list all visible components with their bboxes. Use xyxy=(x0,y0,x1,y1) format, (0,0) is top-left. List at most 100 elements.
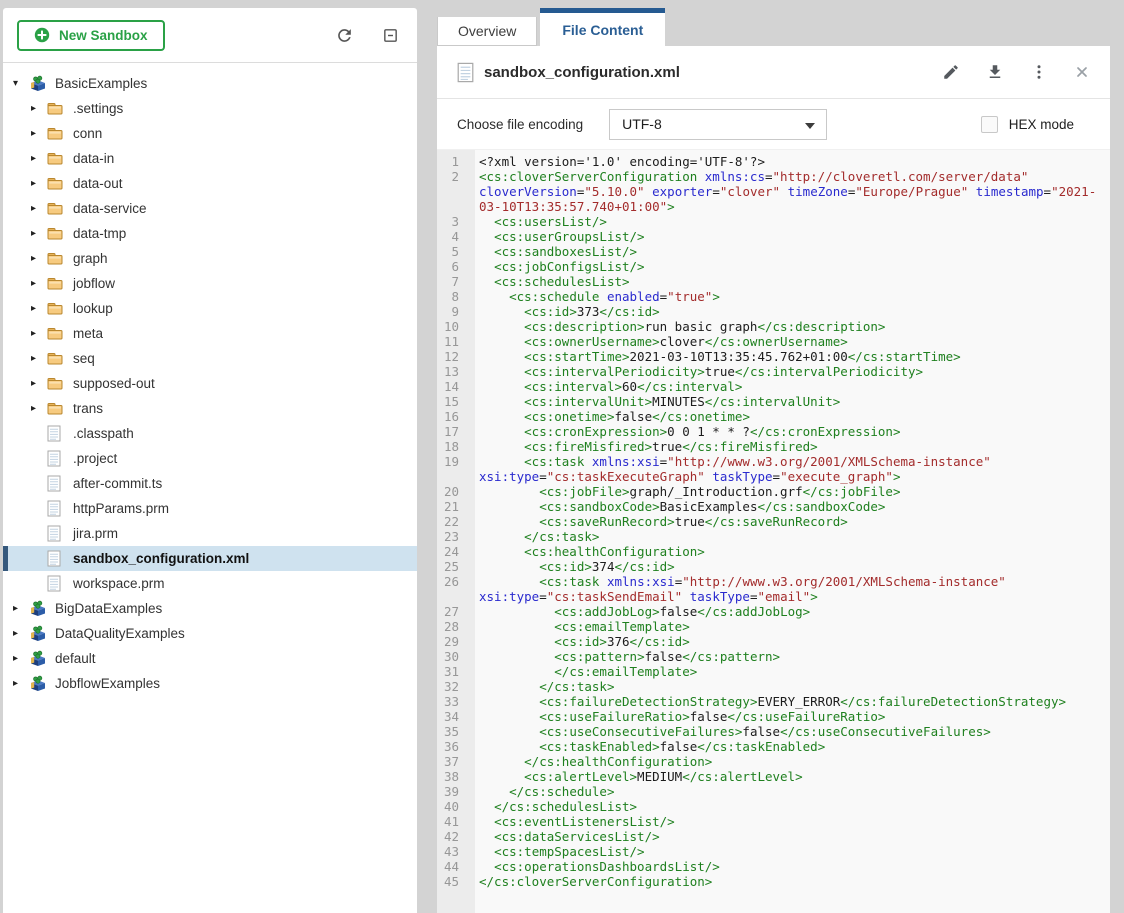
expand-arrow-icon[interactable]: ▸ xyxy=(31,103,47,114)
line-number: 45 xyxy=(437,874,467,889)
tree-item-data-out[interactable]: ▸data-out xyxy=(3,171,417,196)
new-sandbox-label: New Sandbox xyxy=(59,28,148,43)
code-viewer[interactable]: 1<?xml version='1.0' encoding='UTF-8'?>2… xyxy=(437,150,1110,913)
tree-item-sandbox_configuration.xml[interactable]: sandbox_configuration.xml xyxy=(3,546,417,571)
tree-item-.settings[interactable]: ▸.settings xyxy=(3,96,417,121)
tree-item-conn[interactable]: ▸conn xyxy=(3,121,417,146)
code-text: <cs:emailTemplate> xyxy=(467,619,1110,634)
tree-item-data-tmp[interactable]: ▸data-tmp xyxy=(3,221,417,246)
edit-icon[interactable] xyxy=(942,63,960,81)
tree-item-default[interactable]: ▸ default xyxy=(3,646,417,671)
expand-arrow-icon[interactable]: ▸ xyxy=(31,153,47,164)
expand-arrow-icon[interactable]: ▸ xyxy=(31,228,47,239)
expand-arrow-icon[interactable]: ▸ xyxy=(31,303,47,314)
code-line: 45</cs:cloverServerConfiguration> xyxy=(437,874,1110,889)
tree-item-label: after-commit.ts xyxy=(73,476,162,491)
code-line: 17 <cs:cronExpression>0 0 1 * * ?</cs:cr… xyxy=(437,424,1110,439)
tree-item-label: default xyxy=(55,651,96,666)
expand-arrow-icon[interactable]: ▸ xyxy=(31,403,47,414)
expand-arrow-icon[interactable]: ▸ xyxy=(31,353,47,364)
code-line: 42 <cs:dataServicesList/> xyxy=(437,829,1110,844)
expand-arrow-icon[interactable]: ▸ xyxy=(13,678,29,689)
tree-item-label: data-service xyxy=(73,201,147,216)
line-number: 13 xyxy=(437,364,467,379)
line-number: 39 xyxy=(437,784,467,799)
tree-item-after-commit.ts[interactable]: after-commit.ts xyxy=(3,471,417,496)
close-icon[interactable] xyxy=(1074,64,1090,80)
expand-arrow-icon[interactable]: ▸ xyxy=(31,203,47,214)
code-text: </cs:healthConfiguration> xyxy=(467,754,1110,769)
tree-item-.project[interactable]: .project xyxy=(3,446,417,471)
tree-item-meta[interactable]: ▸meta xyxy=(3,321,417,346)
chevron-down-icon xyxy=(805,123,815,129)
code-text: <cs:operationsDashboardsList/> xyxy=(467,859,1110,874)
file-tree[interactable]: ▾BasicExamples▸.settings▸conn▸data-in▸da… xyxy=(3,63,417,696)
line-number: 4 xyxy=(437,229,467,244)
code-text: <cs:interval>60</cs:interval> xyxy=(467,379,1110,394)
line-number: 17 xyxy=(437,424,467,439)
line-number: 28 xyxy=(437,619,467,634)
code-line: 36 <cs:taskEnabled>false</cs:taskEnabled… xyxy=(437,739,1110,754)
expand-arrow-icon[interactable]: ▸ xyxy=(31,178,47,189)
line-number: 30 xyxy=(437,649,467,664)
refresh-icon[interactable] xyxy=(335,26,354,45)
tab-file-content[interactable]: File Content xyxy=(540,8,665,46)
expand-arrow-icon[interactable]: ▸ xyxy=(13,653,29,664)
file-content-panel: sandbox_configuration.xml Choose file en… xyxy=(437,46,1110,913)
tree-item-DataQualityExamples[interactable]: ▸ DataQualityExamples xyxy=(3,621,417,646)
code-line: 16 <cs:onetime>false</cs:onetime> xyxy=(437,409,1110,424)
code-text: </cs:task> xyxy=(467,679,1110,694)
folder-icon xyxy=(47,302,65,315)
code-text: <cs:startTime>2021-03-10T13:35:45.762+01… xyxy=(467,349,1110,364)
collapse-all-icon[interactable] xyxy=(382,27,399,44)
tree-item-workspace.prm[interactable]: workspace.prm xyxy=(3,571,417,596)
folder-icon xyxy=(47,327,65,340)
tree-item-BigDataExamples[interactable]: ▸ BigDataExamples xyxy=(3,596,417,621)
expand-arrow-icon[interactable]: ▸ xyxy=(31,328,47,339)
tree-item-graph[interactable]: ▸graph xyxy=(3,246,417,271)
line-number: 1 xyxy=(437,154,467,169)
tree-item-data-in[interactable]: ▸data-in xyxy=(3,146,417,171)
more-icon[interactable] xyxy=(1030,63,1048,81)
code-text: <cs:jobConfigsList/> xyxy=(467,259,1110,274)
tree-item-httpParams.prm[interactable]: httpParams.prm xyxy=(3,496,417,521)
code-text: <cs:onetime>false</cs:onetime> xyxy=(467,409,1110,424)
line-number: 19 xyxy=(437,454,467,484)
expand-arrow-icon[interactable]: ▸ xyxy=(31,253,47,264)
expand-arrow-icon[interactable]: ▸ xyxy=(13,628,29,639)
tree-item-.classpath[interactable]: .classpath xyxy=(3,421,417,446)
tree-item-supposed-out[interactable]: ▸supposed-out xyxy=(3,371,417,396)
new-sandbox-button[interactable]: New Sandbox xyxy=(17,20,165,51)
expand-arrow-icon[interactable]: ▸ xyxy=(13,603,29,614)
code-line: 9 <cs:id>373</cs:id> xyxy=(437,304,1110,319)
hex-mode-checkbox[interactable] xyxy=(981,116,998,133)
encoding-select[interactable]: UTF-8 xyxy=(609,109,827,140)
code-text: <cs:schedulesList> xyxy=(467,274,1110,289)
tree-item-lookup[interactable]: ▸lookup xyxy=(3,296,417,321)
code-line: 40 </cs:schedulesList> xyxy=(437,799,1110,814)
tree-item-JobflowExamples[interactable]: ▸JobflowExamples xyxy=(3,671,417,696)
folder-icon xyxy=(47,102,65,115)
line-number: 42 xyxy=(437,829,467,844)
line-number: 27 xyxy=(437,604,467,619)
tree-item-BasicExamples[interactable]: ▾BasicExamples xyxy=(3,71,417,96)
code-text: </cs:schedulesList> xyxy=(467,799,1110,814)
sandbox-toolbar: New Sandbox xyxy=(3,8,417,63)
tree-item-seq[interactable]: ▸seq xyxy=(3,346,417,371)
tree-item-label: BigDataExamples xyxy=(55,601,162,616)
download-icon[interactable] xyxy=(986,63,1004,81)
code-line: 4 <cs:userGroupsList/> xyxy=(437,229,1110,244)
tree-item-jobflow[interactable]: ▸jobflow xyxy=(3,271,417,296)
tree-item-data-service[interactable]: ▸ data-service xyxy=(3,196,417,221)
tab-overview[interactable]: Overview xyxy=(437,17,537,46)
expand-arrow-icon[interactable]: ▸ xyxy=(31,378,47,389)
tree-item-label: DataQualityExamples xyxy=(55,626,185,641)
line-number: 12 xyxy=(437,349,467,364)
expand-arrow-icon[interactable]: ▸ xyxy=(31,278,47,289)
code-text: <cs:sandboxCode>BasicExamples</cs:sandbo… xyxy=(467,499,1110,514)
expand-arrow-icon[interactable]: ▸ xyxy=(31,128,47,139)
code-text: </cs:task> xyxy=(467,529,1110,544)
collapse-arrow-icon[interactable]: ▾ xyxy=(13,78,29,89)
tree-item-jira.prm[interactable]: jira.prm xyxy=(3,521,417,546)
tree-item-trans[interactable]: ▸trans xyxy=(3,396,417,421)
